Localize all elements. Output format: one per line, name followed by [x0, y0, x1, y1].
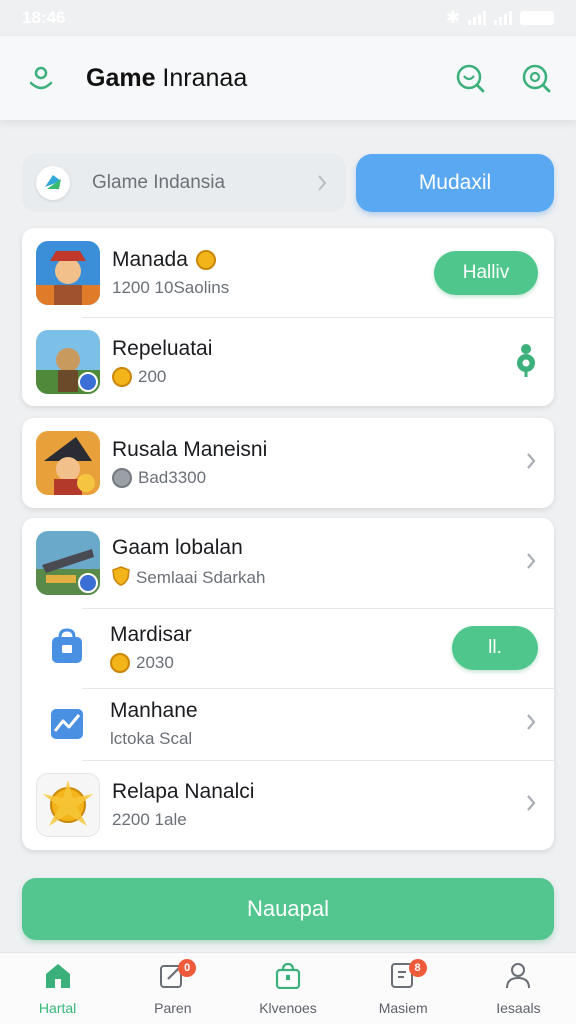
tab-label: Masiem [378, 1000, 428, 1016]
chevron-right-icon[interactable] [524, 711, 538, 738]
list-item[interactable]: Manhane lctoka Scal [22, 688, 554, 760]
item-subtitle: 200 [138, 366, 167, 386]
game-thumbnail [36, 329, 100, 394]
item-subtitle: Bad3300 [138, 468, 207, 487]
tab-label: Klvenoes [259, 1000, 317, 1016]
page-title-bold: Game [86, 63, 156, 92]
game-card-3: Gaam lobalan Semlaai Sdarkah Mardisar 20… [22, 518, 554, 850]
bag-icon [42, 623, 92, 673]
item-subtitle: Semlaai Sdarkah [136, 568, 266, 587]
battery-icon [520, 11, 554, 25]
game-thumbnail [36, 431, 100, 495]
tab-label: Hartal [38, 1000, 77, 1016]
tab-profile[interactable]: Iesaals [461, 953, 576, 1024]
location-pin-icon[interactable] [514, 341, 538, 382]
list-item[interactable]: Relapa Nanalci 2200 1ale [22, 760, 554, 850]
game-card-2: Rusala Maneisni Bad3300 [22, 418, 554, 508]
game-card-1: Manada 1200 10Saolins Halliv Repeluatai … [22, 228, 554, 406]
status-icons: ✱ [446, 8, 554, 28]
coin-icon [112, 366, 132, 387]
item-title: Manada [112, 247, 188, 271]
item-subtitle: 1200 10Saolins [112, 277, 230, 297]
coin-icon [195, 249, 216, 270]
item-action-button[interactable]: ll. [452, 626, 538, 670]
item-title: Repeluatai [112, 336, 213, 360]
chevron-right-icon[interactable] [524, 450, 538, 477]
tab-label: Iesaals [496, 1000, 541, 1016]
chevron-right-icon [316, 173, 328, 198]
item-subtitle: 2030 [136, 653, 174, 672]
wifi-icon [494, 11, 512, 25]
game-thumbnail [36, 531, 100, 595]
list-item[interactable]: Manada 1200 10Saolins Halliv [22, 228, 554, 317]
tab-edit[interactable]: 0 Paren [115, 953, 230, 1024]
list-item[interactable]: Gaam lobalan Semlaai Sdarkah [22, 518, 554, 608]
star-coin-icon [36, 773, 100, 837]
tab-label: Paren [154, 1000, 192, 1016]
shield-icon [112, 565, 130, 591]
status-bar: 18:46 ✱ [0, 0, 576, 36]
item-title: Manhane [110, 699, 198, 722]
chevron-right-icon[interactable] [524, 550, 538, 577]
app-header: Game Inranaa [0, 36, 576, 120]
item-action-button[interactable]: Halliv [434, 250, 538, 295]
list-item[interactable]: Mardisar 2030 ll. [22, 608, 554, 688]
item-title: Relapa Nanalci [112, 780, 255, 803]
search-field[interactable]: Glame Indansia [22, 154, 346, 212]
user-icon [503, 961, 533, 994]
scan-icon[interactable] [518, 60, 554, 96]
item-title: Rusala Maneisni [112, 438, 268, 461]
home-icon [43, 961, 73, 994]
search-icon[interactable] [452, 60, 488, 96]
list-item[interactable]: Repeluatai 200 [22, 317, 554, 406]
chevron-right-icon[interactable] [524, 792, 538, 819]
item-subtitle: lctoka Scal [110, 729, 193, 748]
search-text: Glame Indansia [92, 172, 226, 193]
notification-badge: 0 [178, 959, 197, 977]
tab-messages[interactable]: 8 Masiem [346, 953, 461, 1024]
page-title-rest: Inranaa [155, 63, 248, 92]
item-title: Gaam lobalan [112, 535, 243, 559]
status-time: 18:46 [22, 8, 66, 27]
item-title: Mardisar [110, 623, 192, 646]
profile-icon[interactable] [22, 59, 60, 97]
coin-icon [110, 653, 130, 673]
list-item[interactable]: Rusala Maneisni Bad3300 [22, 418, 554, 508]
bottom-tab-bar: Hartal 0 Paren Klvenoes 8 Masiem Iesaals [0, 952, 576, 1024]
stone-icon [112, 468, 132, 488]
tab-home[interactable]: Hartal [0, 953, 115, 1024]
search-row: Glame Indansia Mudaxil [22, 154, 554, 212]
bag-icon [273, 961, 303, 994]
bluetooth-icon: ✱ [445, 8, 460, 27]
tab-shop[interactable]: Klvenoes [230, 953, 345, 1024]
game-logo-icon [36, 166, 70, 200]
game-thumbnail [36, 240, 100, 305]
chart-icon [42, 699, 92, 749]
bottom-action-button[interactable]: Nauapal [22, 878, 554, 940]
signal-icon [468, 11, 486, 25]
item-subtitle: 2200 1ale [112, 810, 187, 829]
notification-badge: 8 [408, 959, 427, 977]
page-title: Game Inranaa [86, 64, 247, 93]
primary-action-button[interactable]: Mudaxil [356, 154, 554, 212]
